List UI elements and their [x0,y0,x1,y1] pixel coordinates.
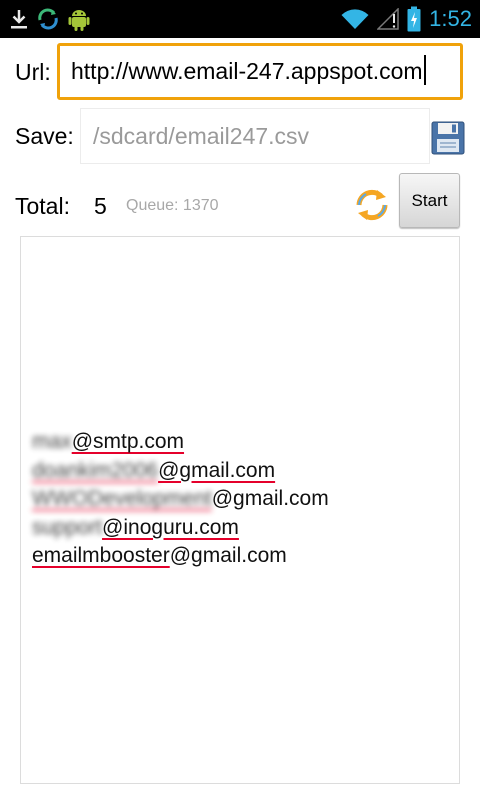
email-item[interactable]: max@smtp.com [32,428,329,457]
email-item[interactable]: doankim2006@gmail.com [32,457,329,486]
email-local-part-redacted: WWODevelopment [32,487,212,510]
start-button[interactable]: Start [399,173,460,228]
clock: 1:52 [429,6,472,31]
signal-icon [377,8,399,30]
email-domain: @inoguru.com [102,515,239,539]
notification-icons [10,6,90,32]
sync-icon [38,8,58,30]
results-panel[interactable]: max@smtp.com doankim2006@gmail.com WWODe… [20,236,460,784]
email-item[interactable]: WWODevelopment@gmail.com [32,485,329,514]
battery-charging-icon [407,6,421,32]
total-label: Total: [15,193,70,219]
url-label: Url: [15,59,51,85]
url-input[interactable]: http://www.email-247.appspot.com [57,43,463,100]
total-count: 5 [94,193,107,219]
status-bar: 1:52 [0,0,480,38]
save-path-input[interactable]: /sdcard/email247.csv [80,108,430,164]
email-domain: @smtp.com [71,430,185,453]
email-item[interactable]: emailmbooster@gmail.com [32,542,329,571]
email-local-part-redacted: max [32,430,72,453]
email-local-part-redacted: doankim2006 [32,458,159,482]
download-icon [11,10,27,29]
email-list: max@smtp.com doankim2006@gmail.com WWODe… [32,428,329,571]
save-label: Save: [15,123,74,149]
email-local-part-redacted: support [32,515,103,539]
email-domain: @gmail.com [211,487,329,510]
refresh-icon[interactable] [354,187,390,223]
email-domain: @gmail.com [169,544,287,567]
wifi-icon [341,9,369,29]
queue-status: Queue: 1370 [126,197,219,214]
save-path-placeholder: /sdcard/email247.csv [93,123,310,149]
email-domain: @gmail.com [158,458,276,482]
text-cursor [423,55,426,85]
floppy-disk-icon[interactable] [431,121,465,155]
email-local-part: emailmbooster [32,544,170,567]
url-input-text: http://www.email-247.appspot.com [71,58,423,84]
android-debug-icon [68,10,90,31]
system-icons: 1:52 [341,0,472,38]
email-item[interactable]: support@inoguru.com [32,514,329,543]
